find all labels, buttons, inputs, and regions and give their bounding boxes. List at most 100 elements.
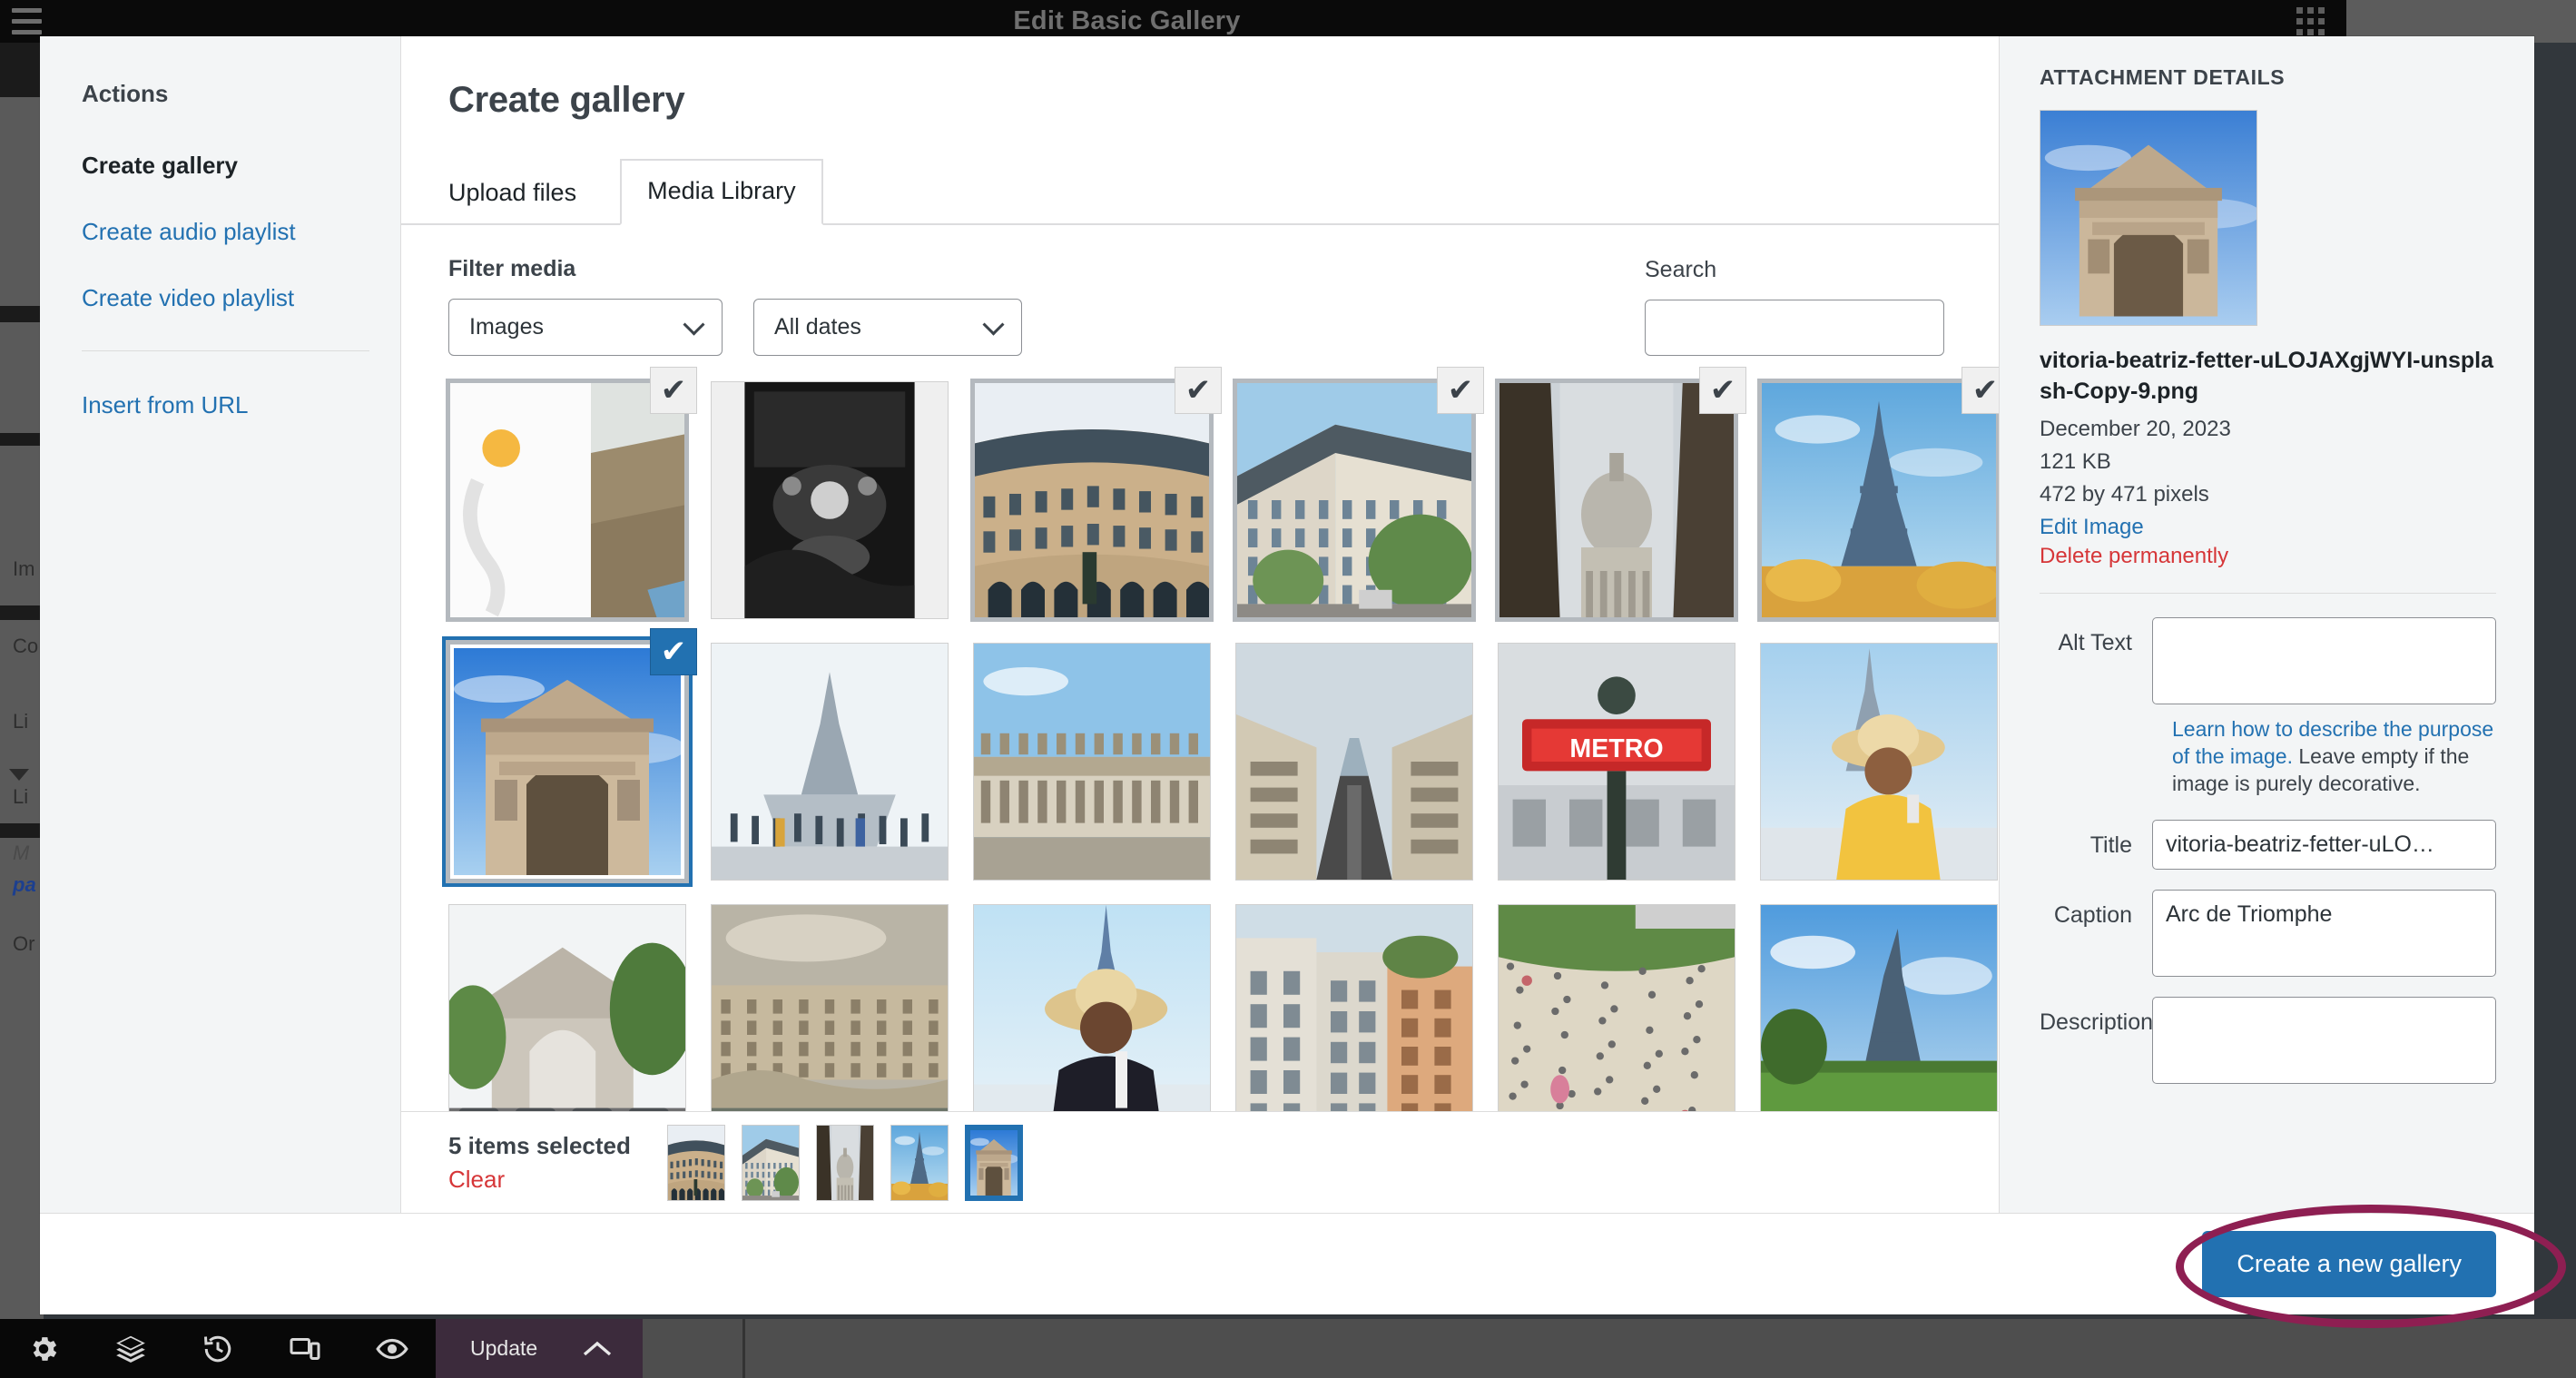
media-item-arc-de-triomphe-trees[interactable] — [448, 904, 686, 1111]
media-item-pastel-facades[interactable] — [1235, 904, 1473, 1111]
media-item-eiffel-lawn[interactable] — [1760, 904, 1998, 1111]
media-item-pantheon-dome[interactable]: ✔ — [1495, 367, 1746, 622]
search-input[interactable] — [1645, 300, 1944, 356]
grid-apps-icon[interactable] — [2274, 7, 2346, 35]
attachment-date: December 20, 2023 — [2040, 416, 2231, 441]
actions-sidebar: Actions Create gallery Create audio play… — [40, 36, 401, 1213]
selected-thumb-haussmann-curve[interactable] — [666, 1124, 725, 1201]
alt-text-help: Learn how to describe the purpose of the… — [2172, 715, 2496, 798]
media-item-metro-sign[interactable]: METRO — [1498, 643, 1735, 881]
delete-permanently-link[interactable]: Delete permanently — [2040, 544, 2496, 569]
alt-text-label: Alt Text — [2058, 629, 2132, 655]
media-item-woman-eiffel-smiling[interactable] — [973, 904, 1211, 1111]
media-item-phone-controller-bw[interactable] — [711, 381, 949, 619]
svg-text:METRO: METRO — [1569, 734, 1663, 763]
selected-check-icon[interactable]: ✔ — [650, 628, 697, 675]
actions-heading: Actions — [82, 80, 169, 107]
action-insert-from-url[interactable]: Insert from URL — [82, 391, 400, 419]
chevron-down-icon — [683, 313, 705, 336]
media-item-paris-street-corner[interactable]: ✔ — [1233, 367, 1484, 622]
attachment-details-heading: ATTACHMENT DETAILS — [2040, 65, 2286, 89]
create-a-new-gallery-button[interactable]: Create a new gallery — [2202, 1231, 2496, 1297]
media-grid-scroll[interactable]: ✔✔✔✔✔✔METROWWW — [401, 356, 1999, 1111]
selected-check-icon[interactable]: ✔ — [1961, 367, 1999, 414]
filter-media-label: Filter media — [448, 256, 576, 281]
media-thumbnail — [1498, 904, 1735, 1111]
action-create-video-playlist[interactable]: Create video playlist — [82, 284, 400, 312]
tab-upload-files[interactable]: Upload files — [448, 162, 604, 225]
selected-thumb-street-corner[interactable] — [741, 1124, 800, 1201]
selected-check-icon[interactable]: ✔ — [650, 367, 697, 414]
rail-row-3: Li — [13, 785, 29, 808]
media-thumbnail — [1235, 643, 1473, 881]
tab-media-library[interactable]: Media Library — [620, 159, 823, 225]
media-thumbnail — [448, 904, 686, 1111]
media-item-louvre-courtyard[interactable] — [973, 643, 1211, 881]
selection-toolbar: 5 items selected Clear — [401, 1111, 1999, 1213]
description-label: Description — [2040, 1009, 2154, 1035]
media-thumbnail — [1760, 643, 1998, 881]
media-item-arc-de-triomphe-blue-sky[interactable]: ✔ — [442, 628, 697, 887]
selected-check-icon[interactable]: ✔ — [1699, 367, 1746, 414]
description-field[interactable] — [2152, 996, 2496, 1084]
media-item-paris-haussmann-curve[interactable]: ✔ — [970, 367, 1222, 622]
responsive-icon[interactable] — [261, 1333, 349, 1365]
alt-text-field[interactable] — [2152, 616, 2496, 704]
media-item-park-aerial-crowd[interactable] — [1498, 904, 1735, 1111]
media-item-woman-hat-eiffel[interactable] — [1760, 643, 1998, 881]
date-filter-value: All dates — [774, 314, 861, 340]
media-item-mug-landscape[interactable]: ✔ — [446, 367, 697, 622]
media-item-paris-boulevard[interactable] — [1235, 643, 1473, 881]
chevron-up-icon[interactable] — [552, 1319, 644, 1378]
clear-selection-link[interactable]: Clear — [448, 1166, 631, 1194]
media-thumbnail — [446, 379, 689, 622]
rail-row-0: Im — [13, 557, 35, 580]
chevron-down-icon — [982, 313, 1005, 336]
rail-row-2: Li — [13, 710, 29, 733]
actions-divider — [82, 350, 369, 351]
title-field[interactable] — [2152, 819, 2496, 870]
media-thumbnail — [711, 904, 949, 1111]
media-thumbnail — [1760, 904, 1998, 1111]
media-item-seine-buildings[interactable] — [711, 904, 949, 1111]
media-item-eiffel-autumn[interactable]: ✔ — [1757, 367, 1999, 622]
date-filter-select[interactable]: All dates — [753, 299, 1022, 356]
update-button[interactable]: Update — [436, 1319, 553, 1378]
rail-row-6: Or — [13, 932, 35, 955]
rail-row-4: M — [13, 842, 30, 864]
media-thumbnail — [973, 904, 1211, 1111]
action-create-audio-playlist[interactable]: Create audio playlist — [82, 218, 400, 246]
media-item-eiffel-trocadero-steps[interactable] — [711, 643, 949, 881]
selected-check-icon[interactable]: ✔ — [1437, 367, 1484, 414]
selected-thumbnails — [666, 1124, 1023, 1201]
wp-topbar-title: Edit Basic Gallery — [1013, 6, 1241, 35]
media-thumbnail — [446, 640, 689, 883]
gear-icon[interactable] — [0, 1333, 87, 1365]
media-thumbnail — [1235, 904, 1473, 1111]
action-create-gallery[interactable]: Create gallery — [82, 152, 400, 180]
layers-icon[interactable] — [87, 1332, 174, 1366]
eye-icon[interactable] — [349, 1332, 436, 1366]
selected-check-icon[interactable]: ✔ — [1175, 367, 1222, 414]
attachment-dimensions: 472 by 471 pixels — [2040, 481, 2209, 507]
media-thumbnail — [711, 643, 949, 881]
media-type-select[interactable]: Images — [448, 299, 723, 356]
title-label: Title — [2089, 832, 2132, 858]
media-thumbnail — [1233, 379, 1476, 622]
attachment-preview-thumbnail — [2040, 110, 2257, 326]
caption-label: Caption — [2053, 901, 2132, 928]
media-thumbnail — [1495, 379, 1738, 622]
edit-image-link[interactable]: Edit Image — [2040, 515, 2496, 540]
wp-bottom-toolbar: Update — [0, 1319, 2576, 1378]
selected-thumb-pantheon[interactable] — [815, 1124, 874, 1201]
selected-thumb-arc-blue[interactable] — [964, 1124, 1023, 1201]
caption-field[interactable] — [2152, 889, 2496, 977]
rail-row-5: pa — [13, 873, 36, 896]
hamburger-icon[interactable] — [0, 8, 53, 34]
tablist: Upload files Media Library — [401, 159, 1999, 225]
attachment-filename: vitoria-beatriz-fetter-uLOJAXgjWYI-unspl… — [2040, 348, 2494, 404]
history-icon[interactable] — [174, 1333, 261, 1365]
filter-row: Filter media Images All dates Search — [401, 225, 1999, 356]
selected-thumb-eiffel-autumn[interactable] — [890, 1124, 949, 1201]
attachment-details-pane: ATTACHMENT DETAILS vitoria-beatriz-fette… — [1999, 36, 2534, 1213]
